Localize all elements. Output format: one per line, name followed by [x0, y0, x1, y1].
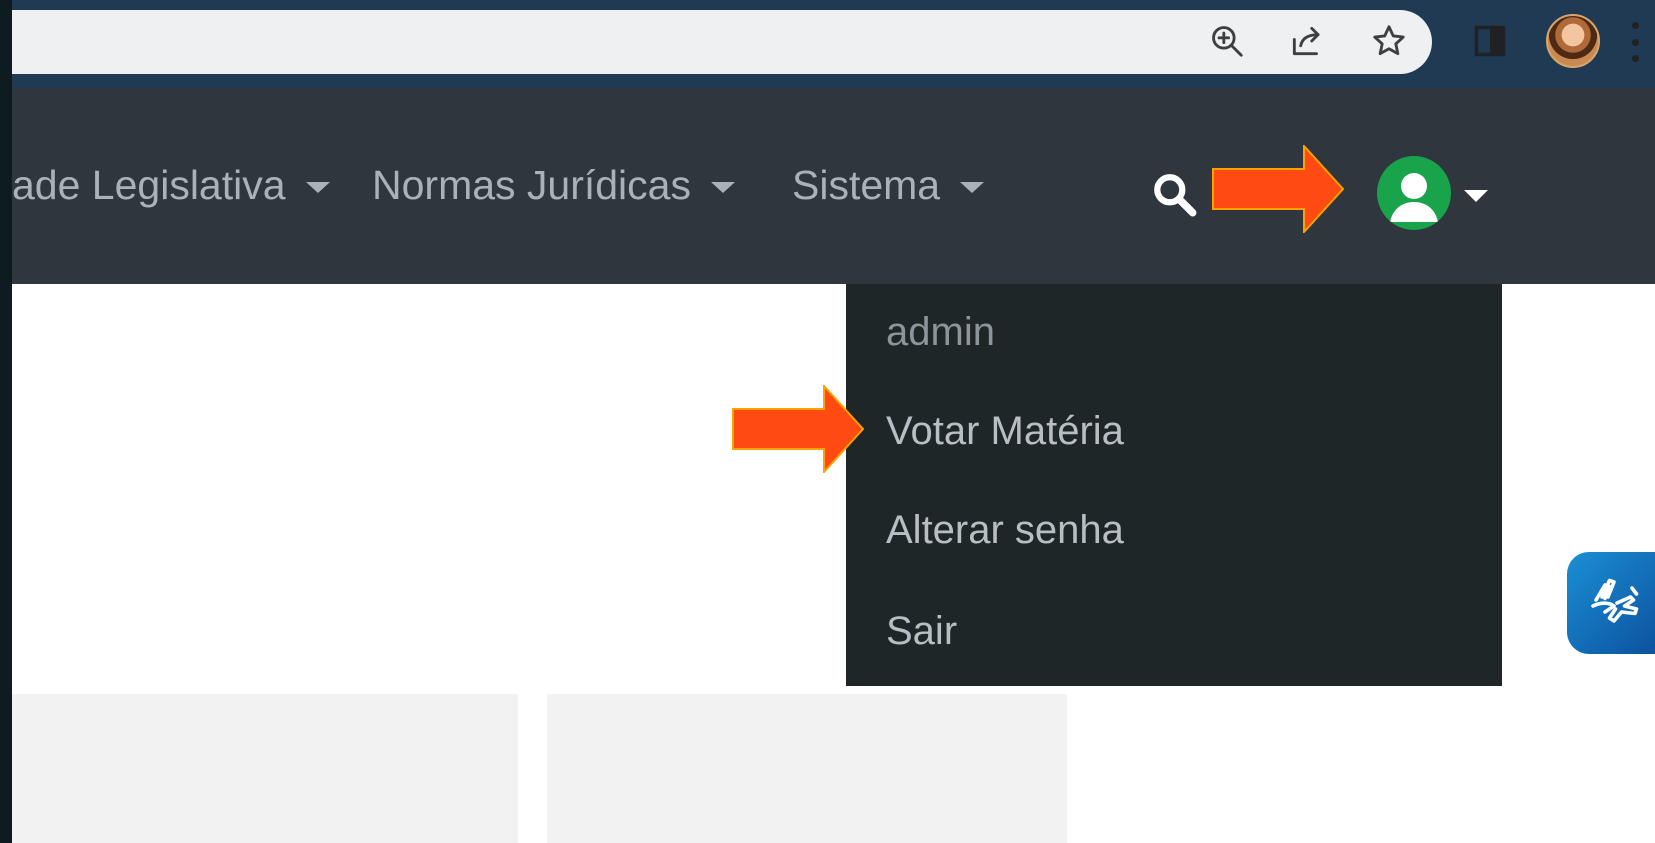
annotation-arrow-icon	[732, 385, 864, 473]
user-avatar-icon[interactable]	[1377, 156, 1451, 230]
search-icon[interactable]	[1150, 170, 1200, 220]
chevron-down-icon	[305, 181, 330, 193]
nav-item-atividade-legislativa[interactable]: ade Legislativa	[12, 160, 330, 210]
user-dropdown-menu: admin Votar Matéria Alterar senha Sair	[846, 284, 1502, 686]
nav-item-sistema[interactable]: Sistema	[792, 160, 985, 210]
site-navbar: ade Legislativa Normas Jurídicas Sistema	[12, 88, 1655, 284]
menu-item-votar-materia[interactable]: Votar Matéria	[886, 409, 1124, 454]
chevron-down-icon	[710, 181, 735, 193]
content-card	[547, 694, 1067, 843]
nav-item-normas-juridicas[interactable]: Normas Jurídicas	[372, 160, 735, 210]
chevron-down-icon	[960, 181, 985, 193]
nav-item-label: Normas Jurídicas	[372, 161, 691, 208]
nav-item-label: ade Legislativa	[12, 161, 286, 208]
menu-icon[interactable]	[1630, 22, 1640, 62]
menu-item-sair[interactable]: Sair	[886, 609, 957, 654]
zoom-icon[interactable]	[1202, 16, 1252, 66]
annotation-arrow-icon	[1212, 145, 1344, 233]
share-icon[interactable]	[1282, 16, 1332, 66]
sign-language-icon[interactable]	[1567, 552, 1655, 654]
content-card	[12, 694, 518, 843]
side-panel-icon[interactable]	[1465, 16, 1515, 66]
star-icon[interactable]	[1364, 16, 1414, 66]
menu-item-alterar-senha[interactable]: Alterar senha	[886, 508, 1124, 553]
profile-avatar[interactable]	[1546, 14, 1600, 68]
dropdown-username: admin	[886, 310, 995, 354]
chevron-down-icon[interactable]	[1464, 190, 1488, 202]
nav-item-label: Sistema	[792, 161, 941, 208]
